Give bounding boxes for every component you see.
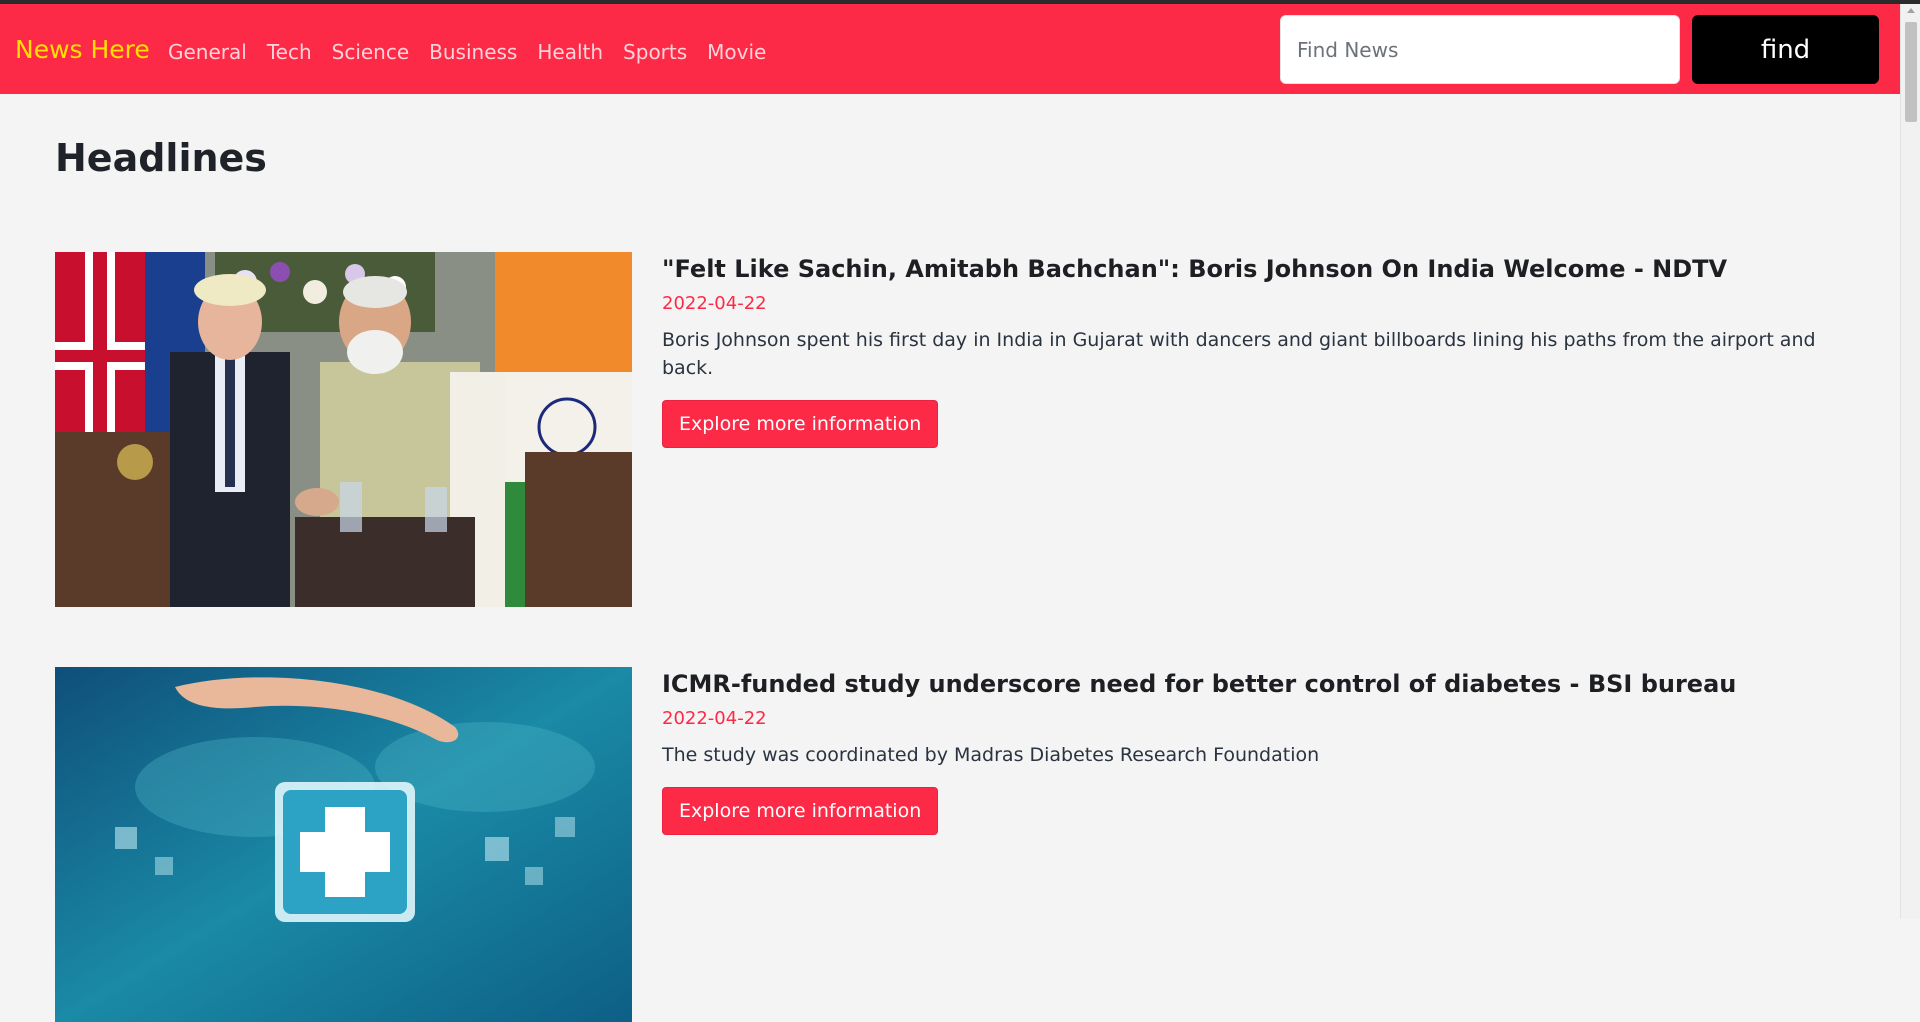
article-date: 2022-04-22: [662, 293, 767, 314]
article-body: "Felt Like Sachin, Amitabh Bachchan": Bo…: [662, 252, 1852, 448]
article-image: [55, 252, 632, 607]
nav-link-health[interactable]: Health: [537, 38, 603, 66]
page-title: Headlines: [55, 136, 267, 180]
nav-link-sports[interactable]: Sports: [623, 38, 687, 66]
search-input[interactable]: [1280, 15, 1680, 84]
nav-link-movie[interactable]: Movie: [707, 38, 766, 66]
page-scrollbar[interactable]: [1900, 4, 1920, 919]
navbar: News Here General Tech Science Business …: [0, 4, 1900, 94]
article-title[interactable]: ICMR-funded study underscore need for be…: [662, 667, 1852, 701]
nav-link-general[interactable]: General: [168, 38, 247, 66]
nav-link-science[interactable]: Science: [332, 38, 410, 66]
nav-links: General Tech Science Business Health Spo…: [168, 38, 786, 66]
article-body: ICMR-funded study underscore need for be…: [662, 667, 1852, 835]
brand-logo-link[interactable]: News Here: [15, 34, 150, 66]
nav-link-tech[interactable]: Tech: [267, 38, 312, 66]
find-button[interactable]: find: [1692, 15, 1879, 84]
article-description: Boris Johnson spent his first day in Ind…: [662, 329, 1816, 379]
scroll-thumb[interactable]: [1905, 22, 1917, 122]
article-image: [55, 667, 632, 1022]
nav-link-business[interactable]: Business: [429, 38, 517, 66]
article-title[interactable]: "Felt Like Sachin, Amitabh Bachchan": Bo…: [662, 252, 1852, 286]
explore-more-button[interactable]: Explore more information: [662, 400, 939, 448]
scroll-up-arrow-icon[interactable]: [1907, 8, 1915, 13]
article-date: 2022-04-22: [662, 708, 767, 729]
explore-more-button[interactable]: Explore more information: [662, 787, 939, 835]
article-description: The study was coordinated by Madras Diab…: [662, 744, 1320, 766]
